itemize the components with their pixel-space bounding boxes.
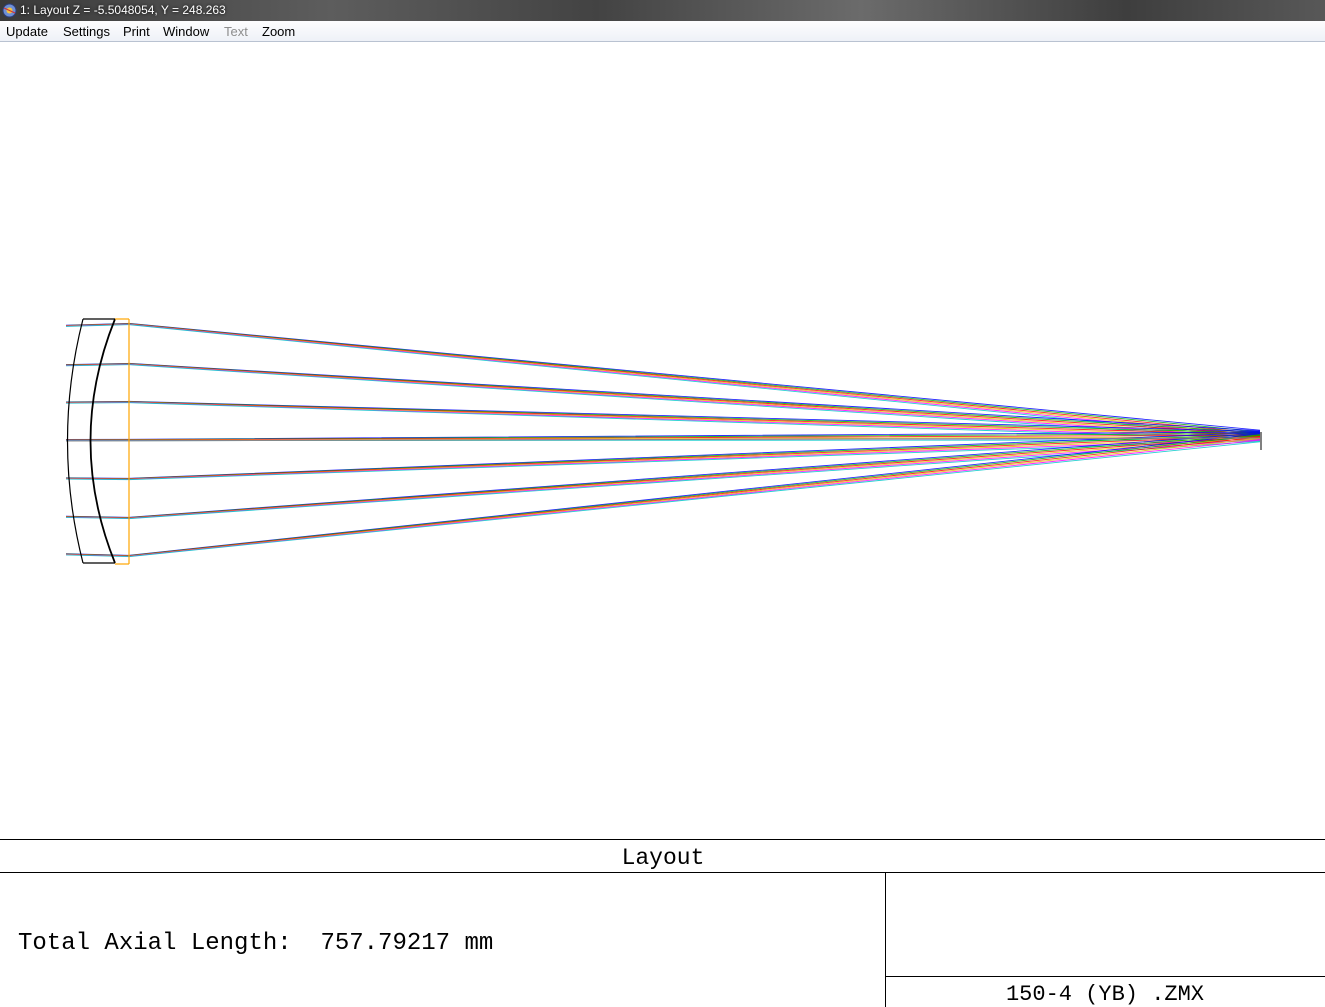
menu-bar: Update Settings Print Window Text Zoom — [0, 21, 1325, 42]
file-name: 150-4 (YB) .ZMX — [1006, 982, 1204, 1007]
menu-zoom[interactable]: Zoom — [262, 24, 295, 40]
total-axial-length: Total Axial Length: 757.79217 mm — [18, 930, 493, 957]
window-title: 1: Layout Z = -5.5048054, Y = 248.263 — [20, 3, 226, 17]
app-icon — [2, 3, 17, 18]
plot-title: Layout — [622, 845, 705, 871]
menu-window[interactable]: Window — [163, 24, 209, 40]
ray — [65, 435, 1261, 519]
menu-print[interactable]: Print — [123, 24, 150, 40]
menu-settings[interactable]: Settings — [63, 24, 110, 40]
layout-plot: Layout Total Axial Length: 757.79217 mm … — [0, 318, 1325, 1007]
lens-element — [66, 318, 130, 565]
ray-fan — [65, 322, 1261, 558]
menu-update[interactable]: Update — [6, 24, 48, 40]
menu-text[interactable]: Text — [224, 24, 248, 40]
title-bar: 1: Layout Z = -5.5048054, Y = 248.263 — [0, 0, 1325, 21]
ray — [65, 402, 1261, 440]
